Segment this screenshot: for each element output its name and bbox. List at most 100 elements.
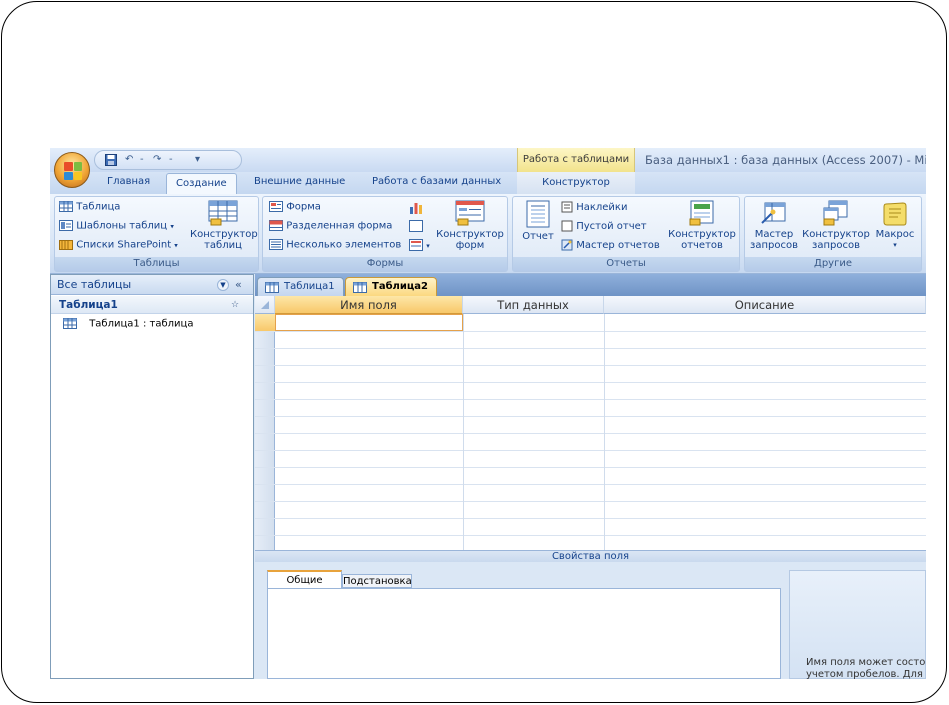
pivot-chart-button[interactable] (409, 201, 423, 215)
split-form-label: Разделенная форма (286, 220, 393, 232)
tab-create[interactable]: Создание (166, 173, 237, 194)
report-wizard-label: Мастер отчетов (576, 240, 660, 251)
tab-external-data[interactable]: Внешние данные (254, 176, 345, 187)
report-design-icon (689, 200, 714, 226)
sharepoint-lists-button[interactable]: Списки SharePoint ▾ (59, 239, 178, 251)
current-row-selector[interactable] (255, 314, 275, 331)
split-form-button[interactable]: Разделенная форма (269, 220, 392, 232)
help-panel: Имя поля может состо учетом пробелов. Дл… (789, 570, 926, 679)
blank-report-button[interactable]: Пустой отчет (561, 220, 647, 232)
query-design-button[interactable]: Конструктор запросов (801, 200, 871, 251)
properties-panel[interactable] (267, 588, 781, 679)
blank-form-icon (409, 220, 423, 232)
table-templates-button[interactable]: Шаблоны таблиц ▾ (59, 220, 174, 232)
title-bar: ↶ - ↷ - ▾ Работа с таблицами База данных… (50, 148, 926, 172)
quick-access-toolbar: ↶ - ↷ - ▾ (94, 150, 242, 170)
more-forms-button[interactable]: ▾ (409, 239, 430, 251)
tab-general[interactable]: Общие (267, 570, 342, 588)
query-wizard-button[interactable]: Мастер запросов (747, 200, 801, 251)
pivot-chart-icon (410, 203, 422, 214)
nav-group-table1[interactable]: Таблица1 ☆ (51, 296, 253, 314)
grid-row-line (255, 484, 926, 485)
office-button[interactable] (54, 152, 90, 188)
chevron-down-icon: ▾ (174, 241, 178, 250)
ribbon-tabs: Главная Создание Внешние данные Работа с… (50, 172, 926, 194)
header-field-name[interactable]: Имя поля (275, 296, 463, 314)
multiple-items-button[interactable]: Несколько элементов (269, 239, 401, 251)
blank-form-button[interactable] (409, 220, 423, 232)
macro-label: Макрос (875, 229, 915, 240)
grid-row-line (255, 416, 926, 417)
report-button[interactable]: Отчет (517, 200, 559, 242)
group-reports: Отчет Наклейки Пустой отчет Мастер отчет… (512, 196, 740, 272)
doc-tab-table2[interactable]: Таблица2 (345, 277, 438, 296)
table-button[interactable]: Таблица (59, 201, 120, 213)
multiple-items-icon (269, 239, 283, 250)
grid-row-line (255, 365, 926, 366)
form-button[interactable]: Форма (269, 201, 321, 213)
group-forms-label: Формы (263, 257, 507, 271)
office-logo-icon (64, 162, 82, 180)
nav-item-table1[interactable]: Таблица1 : таблица (63, 318, 193, 330)
report-design-button[interactable]: Конструктор отчетов (667, 200, 737, 251)
tab-home[interactable]: Главная (107, 176, 150, 187)
doc-tab-table1[interactable]: Таблица1 (257, 277, 344, 296)
field-properties-pane: Общие Подстановка Имя поля может состо у… (255, 562, 926, 679)
redo-icon[interactable]: ↷ (153, 154, 161, 165)
form-design-icon (455, 200, 485, 226)
labels-button[interactable]: Наклейки (561, 201, 627, 213)
sharepoint-icon (59, 240, 73, 250)
form-design-label-2: форм (455, 240, 485, 251)
chevron-down-icon: ▾ (893, 241, 897, 249)
grid-row-line (255, 501, 926, 502)
form-design-button[interactable]: Конструктор форм (435, 200, 505, 251)
context-tab-table-tools: Работа с таблицами (517, 148, 635, 172)
header-description[interactable]: Описание (604, 296, 926, 314)
doc-tab-table1-label: Таблица1 (284, 281, 335, 292)
nav-dropdown-icon[interactable]: ▼ (217, 279, 229, 291)
active-field-name-cell[interactable] (275, 314, 463, 331)
navigation-pane: Все таблицы ▼ « Таблица1 ☆ Таблица1 : та… (50, 274, 254, 679)
header-data-type[interactable]: Тип данных (463, 296, 604, 314)
undo-dropdown[interactable]: - (140, 154, 144, 165)
row-selector-column[interactable] (255, 296, 275, 550)
report-label: Отчет (522, 231, 554, 242)
report-wizard-icon (561, 239, 573, 251)
collapse-group-icon[interactable]: ☆ (231, 296, 239, 314)
group-tables: Таблица Шаблоны таблиц ▾ Списки SharePoi… (54, 196, 259, 272)
query-design-icon (823, 200, 848, 226)
tab-lookup[interactable]: Подстановка (342, 574, 412, 588)
table-design-label-2: таблиц (204, 240, 242, 251)
tab-database-tools[interactable]: Работа с базами данных (372, 176, 501, 187)
redo-dropdown[interactable]: - (169, 154, 173, 165)
tab-design[interactable]: Конструктор (517, 172, 635, 194)
table-icon (265, 282, 279, 293)
table-templates-icon (59, 220, 73, 231)
nav-header[interactable]: Все таблицы ▼ « (51, 275, 253, 295)
nav-collapse-button[interactable]: « (235, 275, 242, 295)
grid-row-line (255, 467, 926, 468)
table-icon (63, 318, 77, 329)
form-design-label: Конструктор (436, 229, 504, 240)
report-wizard-button[interactable]: Мастер отчетов (561, 239, 660, 251)
undo-icon[interactable]: ↶ (125, 154, 133, 165)
macro-button[interactable]: Макрос ▾ (871, 200, 919, 251)
help-text: Имя поля может состо учетом пробелов. Дл… (806, 657, 926, 679)
group-other: Мастер запросов Конструктор запросов Мак… (744, 196, 922, 272)
group-other-label: Другие (745, 257, 921, 271)
window-title: База данных1 : база данных (Access 2007)… (645, 153, 926, 167)
help-text-line-1: Имя поля может состо (806, 657, 926, 668)
table-design-label: Конструктор (190, 229, 258, 240)
grid-row-line (255, 535, 926, 536)
table-design-button[interactable]: Конструктор таблиц (190, 200, 258, 251)
query-design-label: Конструктор (802, 229, 870, 240)
table-templates-label: Шаблоны таблиц (76, 220, 168, 232)
table-design-grid[interactable]: Имя поля Тип данных Описание (255, 296, 926, 553)
save-icon[interactable] (105, 154, 117, 169)
sharepoint-lists-label: Списки SharePoint (76, 239, 172, 251)
select-all-corner[interactable] (255, 296, 275, 314)
customize-qat-button[interactable]: ▾ (195, 154, 200, 165)
query-wizard-icon (761, 202, 786, 224)
query-design-label-2: запросов (812, 240, 860, 251)
nav-item-label: Таблица1 : таблица (89, 318, 194, 330)
